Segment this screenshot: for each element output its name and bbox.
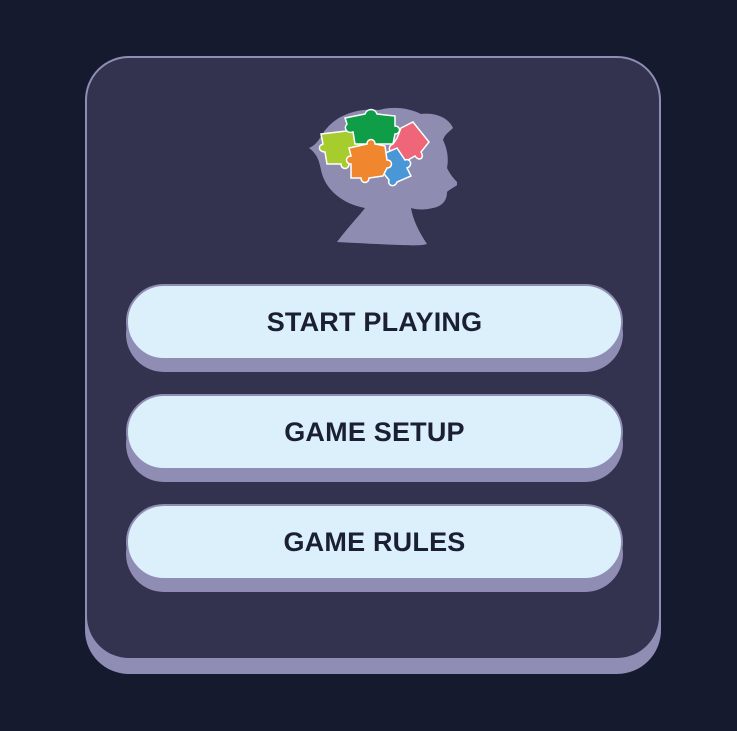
game-setup-label: GAME SETUP — [284, 416, 465, 447]
main-menu-card: START PLAYING GAME SETUP GAME RULES — [85, 56, 661, 660]
game-rules-label: GAME RULES — [283, 526, 466, 557]
game-rules-button[interactable]: GAME RULES — [126, 504, 623, 580]
start-playing-label: START PLAYING — [266, 306, 483, 337]
game-setup-button[interactable]: GAME SETUP — [126, 394, 623, 470]
head-with-puzzle-pieces-icon — [309, 107, 457, 246]
start-playing-button[interactable]: START PLAYING — [126, 284, 623, 360]
